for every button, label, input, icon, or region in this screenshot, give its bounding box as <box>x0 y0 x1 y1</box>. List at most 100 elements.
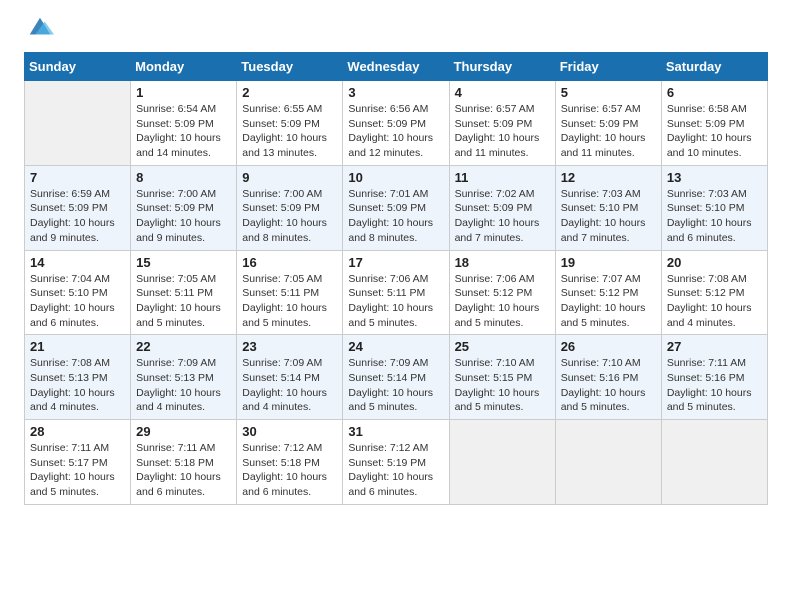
calendar-week-row: 1 Sunrise: 6:54 AM Sunset: 5:09 PM Daylig… <box>25 81 768 166</box>
day-number: 24 <box>348 339 443 354</box>
calendar-cell: 10Sunrise: 7:01 AM Sunset: 5:09 PM Dayli… <box>343 165 449 250</box>
day-info: Sunrise: 7:11 AM Sunset: 5:18 PM Dayligh… <box>136 441 231 500</box>
day-number: 27 <box>667 339 762 354</box>
day-info: Sunrise: 7:08 AM Sunset: 5:12 PM Dayligh… <box>667 272 762 331</box>
day-info: Sunrise: 7:12 AM Sunset: 5:18 PM Dayligh… <box>242 441 337 500</box>
day-info: Sunrise: 6:57 AM Sunset: 5:09 PM Dayligh… <box>455 102 550 161</box>
day-info: Sunrise: 7:03 AM Sunset: 5:10 PM Dayligh… <box>667 187 762 246</box>
day-number: 15 <box>136 255 231 270</box>
day-info: Sunrise: 6:56 AM Sunset: 5:09 PM Dayligh… <box>348 102 443 161</box>
day-info: Sunrise: 7:10 AM Sunset: 5:16 PM Dayligh… <box>561 356 656 415</box>
day-number: 12 <box>561 170 656 185</box>
calendar-week-row: 28Sunrise: 7:11 AM Sunset: 5:17 PM Dayli… <box>25 420 768 505</box>
header-saturday: Saturday <box>661 53 767 81</box>
day-number: 4 <box>455 85 550 100</box>
day-info: Sunrise: 7:06 AM Sunset: 5:12 PM Dayligh… <box>455 272 550 331</box>
calendar-cell: 7Sunrise: 6:59 AM Sunset: 5:09 PM Daylig… <box>25 165 131 250</box>
calendar-cell: 23 Sunrise: 7:09 AM Sunset: 5:14 PM Dayli… <box>237 335 343 420</box>
day-info: Sunrise: 7:00 AM Sunset: 5:09 PM Dayligh… <box>242 187 337 246</box>
day-number: 13 <box>667 170 762 185</box>
day-info: Sunrise: 7:12 AM Sunset: 5:19 PM Dayligh… <box>348 441 443 500</box>
day-info: Sunrise: 7:05 AM Sunset: 5:11 PM Dayligh… <box>242 272 337 331</box>
day-info: Sunrise: 7:09 AM Sunset: 5:14 PM Dayligh… <box>348 356 443 415</box>
header-sunday: Sunday <box>25 53 131 81</box>
day-number: 19 <box>561 255 656 270</box>
header-monday: Monday <box>131 53 237 81</box>
day-info: Sunrise: 7:08 AM Sunset: 5:13 PM Dayligh… <box>30 356 125 415</box>
day-number: 31 <box>348 424 443 439</box>
day-number: 21 <box>30 339 125 354</box>
logo <box>24 24 54 42</box>
day-info: Sunrise: 7:09 AM Sunset: 5:14 PM Dayligh… <box>242 356 337 415</box>
day-number: 14 <box>30 255 125 270</box>
day-info: Sunrise: 7:06 AM Sunset: 5:11 PM Dayligh… <box>348 272 443 331</box>
calendar-cell: 3 Sunrise: 6:56 AM Sunset: 5:09 PM Daylig… <box>343 81 449 166</box>
day-info: Sunrise: 6:57 AM Sunset: 5:09 PM Dayligh… <box>561 102 656 161</box>
day-info: Sunrise: 7:04 AM Sunset: 5:10 PM Dayligh… <box>30 272 125 331</box>
calendar-cell: 12 Sunrise: 7:03 AM Sunset: 5:10 PM Dayli… <box>555 165 661 250</box>
calendar-cell: 5 Sunrise: 6:57 AM Sunset: 5:09 PM Daylig… <box>555 81 661 166</box>
calendar-cell: 15 Sunrise: 7:05 AM Sunset: 5:11 PM Dayli… <box>131 250 237 335</box>
calendar-cell: 20Sunrise: 7:08 AM Sunset: 5:12 PM Dayli… <box>661 250 767 335</box>
header-wednesday: Wednesday <box>343 53 449 81</box>
header-tuesday: Tuesday <box>237 53 343 81</box>
day-number: 16 <box>242 255 337 270</box>
day-number: 8 <box>136 170 231 185</box>
day-info: Sunrise: 7:02 AM Sunset: 5:09 PM Dayligh… <box>455 187 550 246</box>
header-thursday: Thursday <box>449 53 555 81</box>
page-header <box>24 20 768 42</box>
day-info: Sunrise: 7:11 AM Sunset: 5:17 PM Dayligh… <box>30 441 125 500</box>
day-number: 18 <box>455 255 550 270</box>
day-info: Sunrise: 7:03 AM Sunset: 5:10 PM Dayligh… <box>561 187 656 246</box>
day-number: 5 <box>561 85 656 100</box>
calendar-cell: 29 Sunrise: 7:11 AM Sunset: 5:18 PM Dayli… <box>131 420 237 505</box>
day-info: Sunrise: 7:00 AM Sunset: 5:09 PM Dayligh… <box>136 187 231 246</box>
day-number: 7 <box>30 170 125 185</box>
calendar-cell: 8 Sunrise: 7:00 AM Sunset: 5:09 PM Daylig… <box>131 165 237 250</box>
day-number: 22 <box>136 339 231 354</box>
calendar-cell: 18 Sunrise: 7:06 AM Sunset: 5:12 PM Dayli… <box>449 250 555 335</box>
day-number: 2 <box>242 85 337 100</box>
day-info: Sunrise: 7:01 AM Sunset: 5:09 PM Dayligh… <box>348 187 443 246</box>
day-info: Sunrise: 7:10 AM Sunset: 5:15 PM Dayligh… <box>455 356 550 415</box>
day-info: Sunrise: 6:54 AM Sunset: 5:09 PM Dayligh… <box>136 102 231 161</box>
calendar-cell: 4 Sunrise: 6:57 AM Sunset: 5:09 PM Daylig… <box>449 81 555 166</box>
day-number: 1 <box>136 85 231 100</box>
day-number: 17 <box>348 255 443 270</box>
calendar-cell: 25 Sunrise: 7:10 AM Sunset: 5:15 PM Dayli… <box>449 335 555 420</box>
day-number: 26 <box>561 339 656 354</box>
calendar-cell: 11 Sunrise: 7:02 AM Sunset: 5:09 PM Dayli… <box>449 165 555 250</box>
calendar-week-row: 21 Sunrise: 7:08 AM Sunset: 5:13 PM Dayli… <box>25 335 768 420</box>
logo-icon <box>26 14 54 42</box>
calendar-week-row: 14 Sunrise: 7:04 AM Sunset: 5:10 PM Dayli… <box>25 250 768 335</box>
calendar-cell <box>555 420 661 505</box>
calendar-cell: 27 Sunrise: 7:11 AM Sunset: 5:16 PM Dayli… <box>661 335 767 420</box>
calendar-cell: 2 Sunrise: 6:55 AM Sunset: 5:09 PM Daylig… <box>237 81 343 166</box>
calendar-cell <box>449 420 555 505</box>
calendar-cell: 24 Sunrise: 7:09 AM Sunset: 5:14 PM Dayli… <box>343 335 449 420</box>
day-info: Sunrise: 7:05 AM Sunset: 5:11 PM Dayligh… <box>136 272 231 331</box>
calendar-cell <box>661 420 767 505</box>
calendar-cell: 13 Sunrise: 7:03 AM Sunset: 5:10 PM Dayli… <box>661 165 767 250</box>
header-friday: Friday <box>555 53 661 81</box>
day-info: Sunrise: 7:07 AM Sunset: 5:12 PM Dayligh… <box>561 272 656 331</box>
day-info: Sunrise: 6:55 AM Sunset: 5:09 PM Dayligh… <box>242 102 337 161</box>
calendar-table: SundayMondayTuesdayWednesdayThursdayFrid… <box>24 52 768 505</box>
calendar-cell: 22Sunrise: 7:09 AM Sunset: 5:13 PM Dayli… <box>131 335 237 420</box>
calendar-cell <box>25 81 131 166</box>
day-number: 9 <box>242 170 337 185</box>
day-info: Sunrise: 7:11 AM Sunset: 5:16 PM Dayligh… <box>667 356 762 415</box>
calendar-cell: 28Sunrise: 7:11 AM Sunset: 5:17 PM Dayli… <box>25 420 131 505</box>
day-info: Sunrise: 6:58 AM Sunset: 5:09 PM Dayligh… <box>667 102 762 161</box>
day-number: 29 <box>136 424 231 439</box>
day-number: 25 <box>455 339 550 354</box>
day-number: 23 <box>242 339 337 354</box>
calendar-cell: 26 Sunrise: 7:10 AM Sunset: 5:16 PM Dayli… <box>555 335 661 420</box>
calendar-cell: 6Sunrise: 6:58 AM Sunset: 5:09 PM Daylig… <box>661 81 767 166</box>
day-number: 11 <box>455 170 550 185</box>
calendar-cell: 17 Sunrise: 7:06 AM Sunset: 5:11 PM Dayli… <box>343 250 449 335</box>
day-number: 3 <box>348 85 443 100</box>
calendar-cell: 1 Sunrise: 6:54 AM Sunset: 5:09 PM Daylig… <box>131 81 237 166</box>
calendar-cell: 30Sunrise: 7:12 AM Sunset: 5:18 PM Dayli… <box>237 420 343 505</box>
calendar-cell: 21 Sunrise: 7:08 AM Sunset: 5:13 PM Dayli… <box>25 335 131 420</box>
